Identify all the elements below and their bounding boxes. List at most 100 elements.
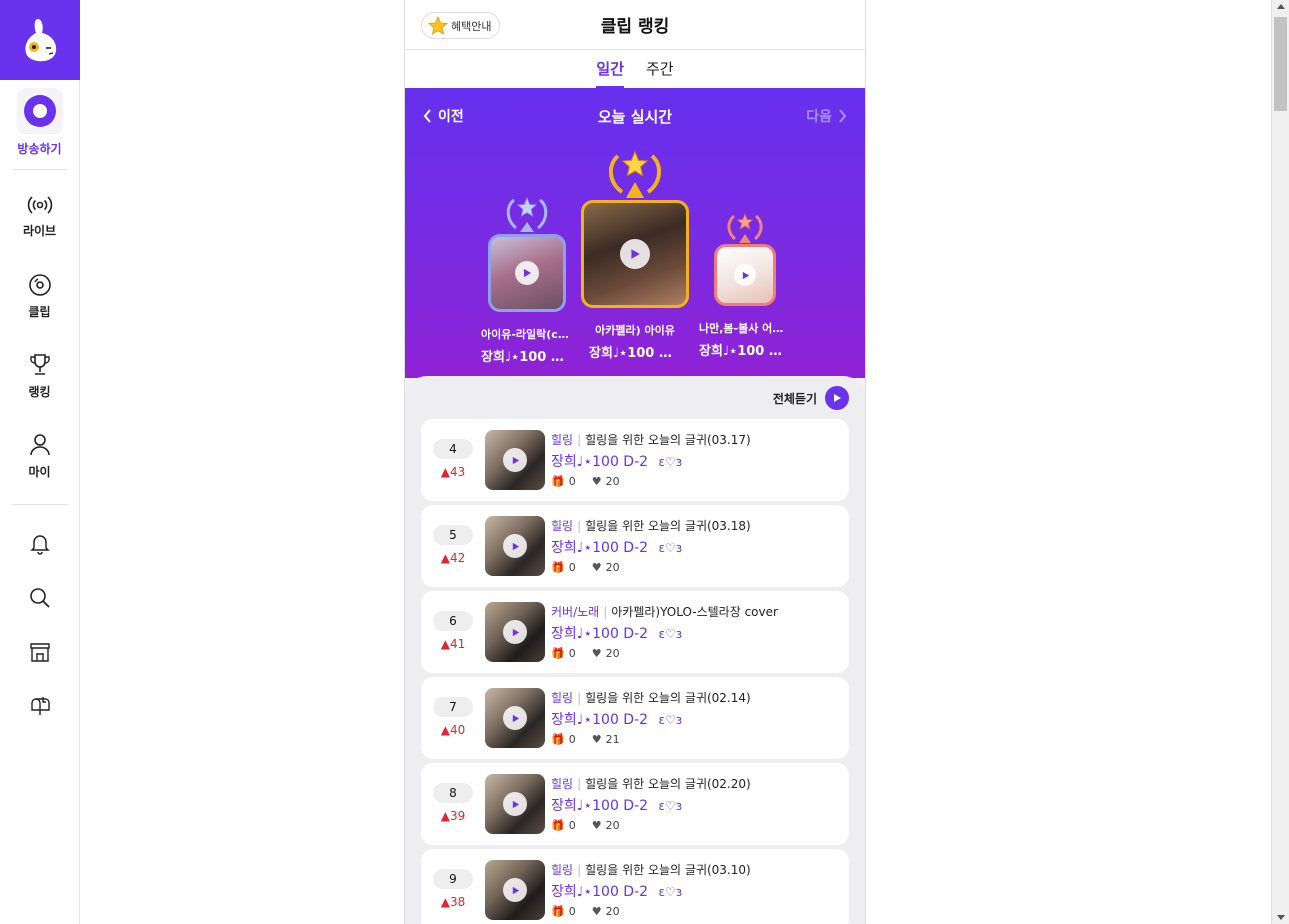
clip-author: 장희♩⋆100 D-2 xyxy=(551,540,649,556)
search-icon xyxy=(29,588,50,608)
list-item[interactable]: 5 ▲42 힐링 | 힐링을 위한 오늘의 글귀(03.18) 장희♩⋆100 D-… xyxy=(421,505,849,587)
nav-item-my[interactable]: 마이 xyxy=(0,422,79,490)
clip-title: 힐링을 위한 오늘의 글귀(03.10) xyxy=(585,863,751,877)
gift-count: 0 xyxy=(568,905,576,918)
rank-number: 9 xyxy=(433,869,473,889)
nav-item-ranking[interactable]: 랭킹 xyxy=(0,342,79,410)
clip-author: 장희♩⋆100 D-2 xyxy=(551,626,649,642)
like-count: 21 xyxy=(605,733,620,746)
bell-icon xyxy=(29,535,50,555)
podium-rank-1[interactable]: 아카펠라) 아이유 장희♩⋆100 D-2 xyxy=(581,148,689,361)
live-radio-icon xyxy=(27,195,52,214)
podium-author-3: 장희♩⋆100 D-2 xyxy=(699,344,791,359)
list-item[interactable]: 7 ▲40 힐링 | 힐링을 위한 오늘의 글귀(02.14) 장희♩⋆100 D-… xyxy=(421,677,849,759)
clip-emote: ε♡з xyxy=(658,455,683,469)
store-button[interactable] xyxy=(0,625,79,679)
nav-broadcast[interactable]: 방송하기 xyxy=(0,88,79,157)
chevron-left-icon xyxy=(423,109,431,123)
rank-change: ▲43 xyxy=(440,465,466,479)
gift-count: 0 xyxy=(568,819,576,832)
bronze-laurel-icon xyxy=(727,212,763,243)
play-all-label: 전체듣기 xyxy=(772,391,817,406)
podium-title-2: 아이유-라일락(cover) xyxy=(481,328,573,341)
clip-disc-icon xyxy=(28,273,51,296)
clip-thumbnail xyxy=(485,516,545,576)
nav-item-live-label: 라이브 xyxy=(22,223,57,238)
gift-icon: 🎁 xyxy=(551,561,565,574)
nav-item-live[interactable]: 라이브 xyxy=(0,182,79,250)
clip-emote: ε♡з xyxy=(658,885,683,899)
clip-title: 힐링을 위한 오늘의 글귀(03.17) xyxy=(585,433,751,447)
ranking-trophy-icon xyxy=(29,353,50,375)
nav-item-my-label: 마이 xyxy=(28,464,51,479)
play-all-button[interactable]: 전체듣기 xyxy=(773,386,849,410)
rank-change: ▲38 xyxy=(440,895,466,909)
tab-daily[interactable]: 일간 xyxy=(596,50,624,88)
rank-number: 6 xyxy=(433,611,473,631)
store-icon xyxy=(29,643,50,662)
page-title: 클립 랭킹 xyxy=(600,17,670,37)
podium-thumbnail-1 xyxy=(581,200,689,308)
rank-number: 7 xyxy=(433,697,473,717)
rank-up-icon: ▲ xyxy=(440,895,450,909)
gift-icon: 🎁 xyxy=(551,475,565,488)
gift-icon: 🎁 xyxy=(551,733,565,746)
next-button[interactable]: 다음 xyxy=(806,106,847,126)
gift-count: 0 xyxy=(568,475,576,488)
clip-info: 힐링 | 힐링을 위한 오늘의 글귀(03.10) 장희♩⋆100 D-2 ε♡з … xyxy=(551,863,751,918)
search-button[interactable] xyxy=(0,571,79,625)
play-icon xyxy=(503,448,527,472)
benefit-info-label: 혜택안내 xyxy=(451,19,492,33)
scroll-down-arrow-icon[interactable] xyxy=(1277,915,1285,920)
mascot-logo-icon xyxy=(25,19,57,62)
period-tabs: 일간 주간 xyxy=(405,50,865,88)
like-count: 20 xyxy=(605,561,620,574)
tab-weekly[interactable]: 주간 xyxy=(646,50,674,88)
nav-item-clip[interactable]: 클립 xyxy=(0,262,79,330)
podium-thumbnail-2 xyxy=(488,234,566,312)
clip-emote: ε♡з xyxy=(658,627,683,641)
page-scrollbar[interactable] xyxy=(1271,0,1289,924)
benefit-info-button[interactable]: 혜택안내 xyxy=(421,12,501,39)
heart-icon: ♥ xyxy=(591,819,602,832)
notifications-button[interactable] xyxy=(0,517,79,571)
play-icon xyxy=(503,706,527,730)
podium-rank-3[interactable]: 나만,봄-볼사 어쿠스틱 장희♩⋆100 D-2 xyxy=(699,210,791,359)
gift-count: 0 xyxy=(568,647,576,660)
heart-icon: ♥ xyxy=(591,905,602,918)
clip-category: 힐링 xyxy=(551,777,574,791)
gold-laurel-icon xyxy=(609,150,661,198)
clip-author: 장희♩⋆100 D-2 xyxy=(551,712,649,728)
clip-thumbnail xyxy=(485,860,545,920)
gift-icon: 🎁 xyxy=(551,905,565,918)
nav-divider xyxy=(11,504,68,505)
list-item[interactable]: 9 ▲38 힐링 | 힐링을 위한 오늘의 글귀(03.10) 장희♩⋆100 D-… xyxy=(421,849,849,924)
list-item[interactable]: 4 ▲43 힐링 | 힐링을 위한 오늘의 글귀(03.17) 장희♩⋆100 D-… xyxy=(421,419,849,501)
rank-change: ▲40 xyxy=(440,723,466,737)
play-icon xyxy=(503,534,527,558)
list-item[interactable]: 8 ▲39 힐링 | 힐링을 위한 오늘의 글귀(02.20) 장희♩⋆100 D-… xyxy=(421,763,849,845)
scrollbar-thumb[interactable] xyxy=(1274,17,1287,111)
rank-change: ▲42 xyxy=(440,551,466,565)
rank-number: 5 xyxy=(433,525,473,545)
left-navigation: 방송하기 라이브 클립 랭킹 마이 xyxy=(0,0,80,924)
clip-title: 힐링을 위한 오늘의 글귀(02.20) xyxy=(585,777,751,791)
list-item[interactable]: 6 ▲41 커버/노래 | 아카펠라)YOLO-스텔라장 cover 장희♩⋆100… xyxy=(421,591,849,673)
clip-thumbnail xyxy=(485,602,545,662)
podium-rank-2[interactable]: 아이유-라일락(cover) 장희♩⋆100 D-2 xyxy=(481,192,573,365)
rank-up-icon: ▲ xyxy=(440,465,450,479)
clip-info: 힐링 | 힐링을 위한 오늘의 글귀(02.20) 장희♩⋆100 D-2 ε♡з … xyxy=(551,777,751,832)
hero-title: 오늘 실시간 xyxy=(597,107,673,126)
nav-broadcast-label: 방송하기 xyxy=(17,142,62,156)
mailbox-button[interactable] xyxy=(0,679,79,733)
rank-change: ▲41 xyxy=(440,637,466,651)
scroll-up-arrow-icon[interactable] xyxy=(1277,4,1285,9)
app-logo[interactable] xyxy=(0,0,80,80)
clip-category: 힐링 xyxy=(551,863,574,877)
gift-icon: 🎁 xyxy=(551,647,565,660)
prev-button[interactable]: 이전 xyxy=(423,106,464,126)
clip-category: 커버/노래 xyxy=(551,605,600,619)
play-icon xyxy=(503,620,527,644)
clip-author: 장희♩⋆100 D-2 xyxy=(551,884,649,900)
prev-label: 이전 xyxy=(438,109,464,125)
